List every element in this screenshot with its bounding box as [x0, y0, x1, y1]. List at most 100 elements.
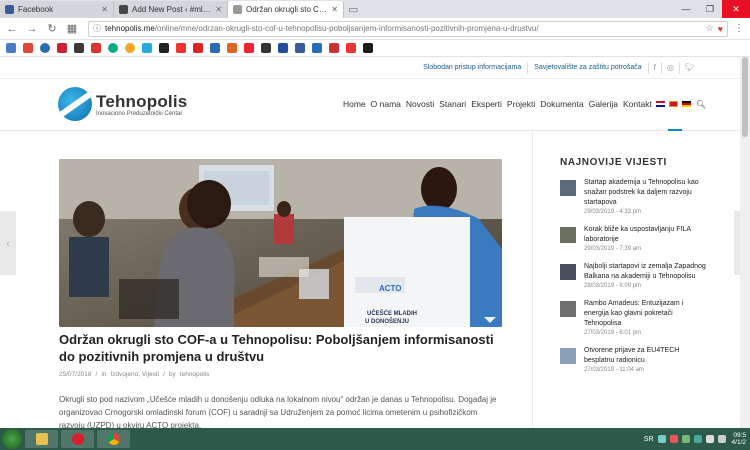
taskbar-chrome[interactable]	[97, 430, 130, 448]
prev-post-arrow[interactable]: ‹	[0, 211, 16, 275]
news-title[interactable]: Startap akademija u Tehnopolisu kao snaž…	[584, 178, 710, 208]
search-icon[interactable]: 🔍︎	[696, 100, 706, 109]
page-scrollbar[interactable]	[740, 57, 750, 428]
bookmark-star-icon[interactable]: ☆	[706, 23, 714, 34]
heart-icon[interactable]: ♥	[718, 24, 723, 34]
news-title[interactable]: Korak bliže ka uspostavljanju FILA labor…	[584, 225, 710, 245]
news-title[interactable]: Rambo Amadeus: Entuzijazam i energija ka…	[584, 299, 710, 329]
bookmark-icon[interactable]	[159, 43, 169, 53]
bookmark-icon[interactable]	[210, 43, 220, 53]
instagram-icon[interactable]: ◎	[662, 63, 679, 72]
bookmark-icon[interactable]	[40, 43, 50, 53]
apps-icon[interactable]: ▦	[64, 22, 80, 35]
menu-icon[interactable]: ⋮	[732, 23, 746, 34]
bookmark-icon[interactable]	[6, 43, 16, 53]
close-icon[interactable]: ✕	[331, 5, 338, 14]
bookmark-icon[interactable]	[261, 43, 271, 53]
bookmark-icon[interactable]	[176, 43, 186, 53]
minimize-icon[interactable]: —	[674, 0, 698, 18]
news-title[interactable]: Otvorene prijave za EU4TECH besplatnu ra…	[584, 346, 710, 366]
news-date: 29/03/2019 - 4:33 pm	[584, 209, 642, 215]
nav-home[interactable]: Home	[343, 99, 366, 109]
news-item[interactable]: Otvorene prijave za EU4TECH besplatnu ra…	[560, 346, 710, 373]
news-thumbnail[interactable]	[560, 227, 576, 243]
news-item[interactable]: Najbolji startapovi iz zemalja Zapadnog …	[560, 262, 710, 289]
bookmark-icon[interactable]	[278, 43, 288, 53]
link-free-access-info[interactable]: Slobodan pristup informacijama	[417, 64, 527, 71]
taskbar-explorer[interactable]	[25, 430, 58, 448]
reload-icon[interactable]: ↻	[44, 22, 60, 35]
bookmark-icon[interactable]	[244, 43, 254, 53]
uk-flag-icon[interactable]	[655, 101, 665, 107]
clock[interactable]: 09:5 4/1/2	[732, 432, 746, 446]
news-item[interactable]: Rambo Amadeus: Entuzijazam i energija ka…	[560, 299, 710, 336]
tray-icon[interactable]	[681, 435, 690, 443]
news-thumbnail[interactable]	[560, 264, 576, 280]
bookmark-icon[interactable]	[329, 43, 339, 53]
close-window-icon[interactable]: ✕	[722, 0, 750, 18]
news-thumbnail[interactable]	[560, 180, 576, 196]
tab-add-new-post[interactable]: Add New Post ‹ #mladiN ✕	[114, 1, 228, 18]
clock-date: 4/1/2	[731, 439, 746, 446]
tray-icon[interactable]	[693, 435, 702, 443]
column-divider	[532, 131, 533, 428]
bookmark-icon[interactable]	[23, 43, 33, 53]
bookmark-icon[interactable]	[74, 43, 84, 53]
address-domain: tehnopolis.me	[105, 24, 155, 33]
tray-icon[interactable]	[669, 435, 678, 443]
nav-projekti[interactable]: Projekti	[507, 99, 535, 109]
latest-news-sidebar: NAJNOVIJE VIJESTI Startap akademija u Te…	[560, 157, 710, 383]
tray-icon[interactable]	[657, 435, 666, 443]
nav-novosti[interactable]: Novosti	[406, 99, 434, 109]
nav-dokumenta[interactable]: Dokumenta	[540, 99, 583, 109]
nav-galerija[interactable]: Galerija	[589, 99, 618, 109]
bookmark-icon[interactable]	[363, 43, 373, 53]
bookmark-icon[interactable]	[142, 43, 152, 53]
facebook-icon[interactable]: f	[649, 63, 661, 72]
bookmark-icon[interactable]	[91, 43, 101, 53]
nav-o-nama[interactable]: O nama	[371, 99, 401, 109]
start-button[interactable]	[2, 429, 22, 449]
tab-facebook[interactable]: Facebook ✕	[0, 1, 114, 18]
bookmark-icon[interactable]	[312, 43, 322, 53]
tray-icon[interactable]	[705, 435, 714, 443]
news-thumbnail[interactable]	[560, 301, 576, 317]
germany-flag-icon[interactable]	[681, 101, 691, 107]
bookmark-icon[interactable]	[125, 43, 135, 53]
new-tab-button[interactable]: ▭	[348, 4, 362, 16]
article-categories[interactable]: Izdvojeno, Vijesti	[110, 371, 159, 378]
os-taskbar: SR 09:5 4/1/2	[0, 428, 750, 450]
close-icon[interactable]: ✕	[215, 5, 222, 14]
twitter-icon[interactable]: 🐦︎	[680, 63, 700, 72]
bookmark-icon[interactable]	[108, 43, 118, 53]
bookmark-icon[interactable]	[295, 43, 305, 53]
bookmark-icon[interactable]	[346, 43, 356, 53]
nav-eksperti[interactable]: Eksperti	[471, 99, 502, 109]
news-thumbnail[interactable]	[560, 348, 576, 364]
forward-icon[interactable]: →	[24, 23, 40, 35]
bookmark-icon[interactable]	[227, 43, 237, 53]
address-bar[interactable]: ⓘ tehnopolis.me /online/mne/odrzan-okrug…	[88, 20, 728, 37]
site-logo[interactable]: Tehnopolis Inovaciono Preduzetnički Cent…	[58, 87, 187, 121]
tab-article[interactable]: Održan okrugli sto COF-a ✕	[228, 1, 344, 18]
browser-toolbar: ← → ↻ ▦ ⓘ tehnopolis.me /online/mne/odrz…	[0, 18, 750, 40]
link-consumer-protection[interactable]: Savjetovalište za zaštitu potrošača	[528, 64, 647, 71]
nav-kontakt[interactable]: Kontakt	[623, 99, 652, 109]
montenegro-flag-icon[interactable]	[668, 101, 678, 107]
close-icon[interactable]: ✕	[101, 5, 108, 14]
taskbar-opera[interactable]	[61, 430, 94, 448]
news-item[interactable]: Startap akademija u Tehnopolisu kao snaž…	[560, 178, 710, 215]
article-author[interactable]: tehnopolis	[180, 371, 210, 378]
news-title[interactable]: Najbolji startapovi iz zemalja Zapadnog …	[584, 262, 710, 282]
back-icon[interactable]: ←	[4, 23, 20, 35]
bookmark-icon[interactable]	[193, 43, 203, 53]
volume-icon[interactable]	[717, 435, 726, 443]
bookmark-icon[interactable]	[57, 43, 67, 53]
top-utility-bar: Slobodan pristup informacijama Savjetova…	[0, 57, 750, 79]
scrollbar-thumb[interactable]	[742, 57, 748, 137]
news-item[interactable]: Korak bliže ka uspostavljanju FILA labor…	[560, 225, 710, 252]
nav-stanari[interactable]: Stanari	[439, 99, 466, 109]
info-icon[interactable]: ⓘ	[93, 23, 101, 34]
language-indicator[interactable]: SR	[644, 436, 654, 443]
maximize-icon[interactable]: ❐	[698, 0, 722, 18]
